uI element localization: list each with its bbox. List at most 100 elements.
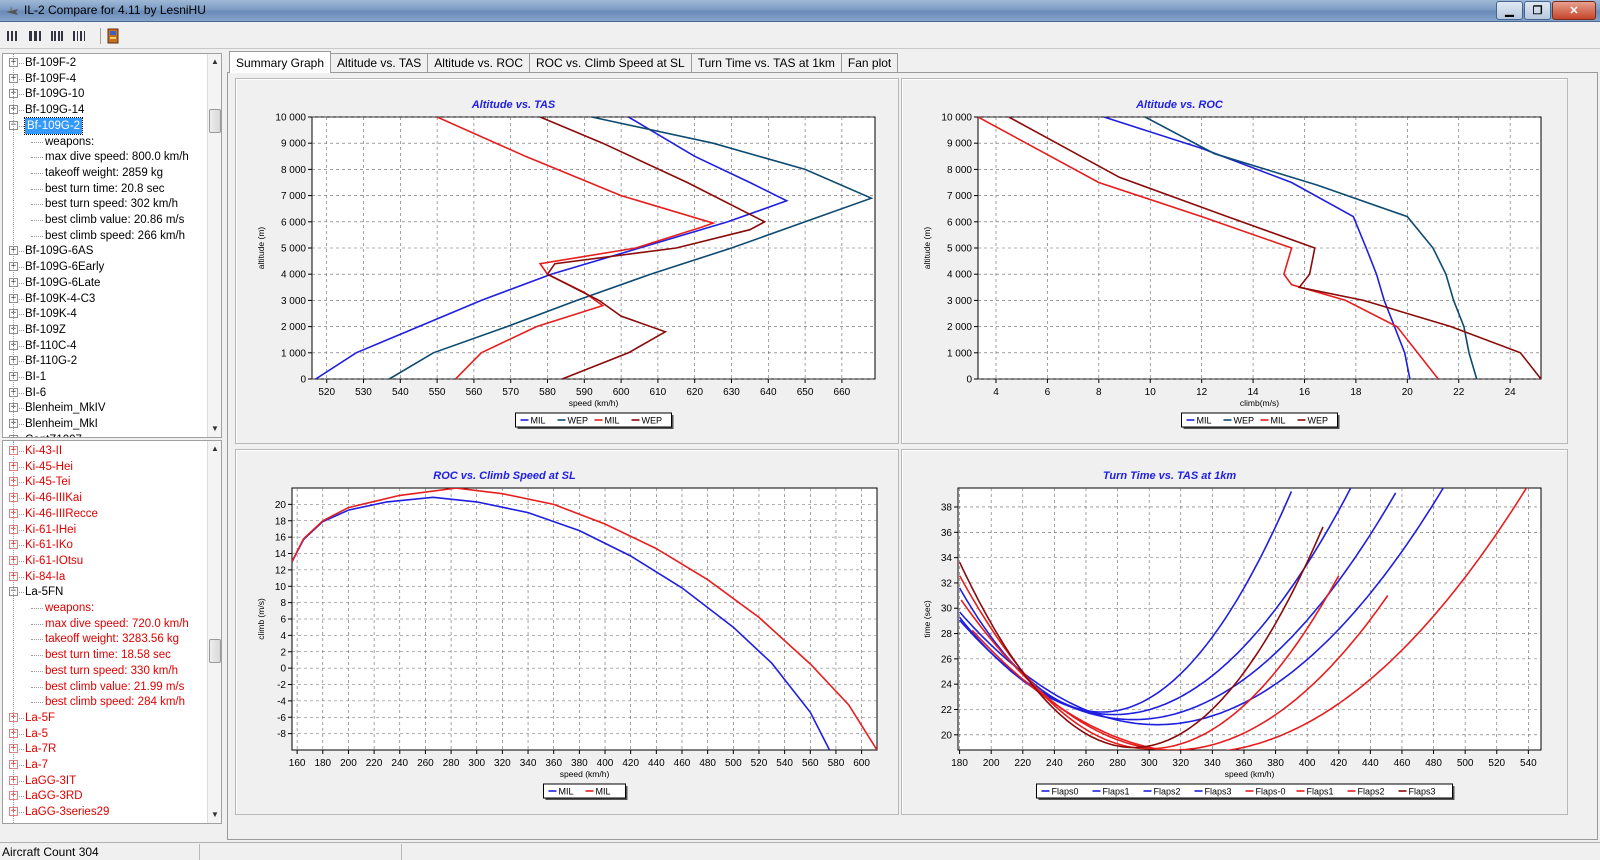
tree-connector <box>19 765 24 766</box>
y-tick-label: 6 <box>280 615 286 626</box>
tab-turn-time-vs-tas[interactable]: Turn Time vs. TAS at 1km <box>690 53 842 73</box>
legend-label: WEP <box>1308 416 1329 426</box>
tree-detail-item[interactable]: best climb value: 20.86 m/s <box>3 212 208 228</box>
tree-detail-item[interactable]: best turn time: 20.8 sec <box>3 181 208 197</box>
tree-aircraft-item[interactable]: + Ki-84-Ia <box>3 569 208 585</box>
tree-aircraft-item[interactable]: + Ki-61-IHei <box>3 522 208 538</box>
x-tick-label: 380 <box>1267 758 1284 769</box>
tree-detail-item[interactable]: best turn time: 18.58 sec <box>3 647 208 663</box>
tree-detail-item[interactable]: takeoff weight: 2859 kg <box>3 165 208 181</box>
tab-altitude-vs-tas[interactable]: Altitude vs. TAS <box>330 53 429 73</box>
tree-aircraft-item[interactable]: + Bf-109F-2 <box>3 55 208 71</box>
tree-aircraft-item[interactable]: − Bf-109G-2 <box>3 116 208 135</box>
tree-aircraft-item[interactable]: + Ki-43-II <box>3 443 208 459</box>
tree-aircraft-item[interactable]: + Ki-61-IOtsu <box>3 553 208 569</box>
tree-aircraft-label: Bf-109F-2 <box>25 57 77 69</box>
tree-detail-item[interactable]: weapons: <box>3 600 208 616</box>
maximize-button[interactable]: ❐ <box>1524 1 1551 20</box>
tab-summary-graph[interactable]: Summary Graph <box>229 51 332 73</box>
tree-aircraft-item[interactable]: + BI-1 <box>3 369 208 385</box>
aircraft-tree-bottom[interactable]: + Ki-43-II + Ki-45-Hei + Ki-45-Tei + Ki-46-IIIK… <box>2 440 222 824</box>
tree-detail-item[interactable]: best climb speed: 266 km/h <box>3 228 208 244</box>
book-button[interactable] <box>104 27 122 45</box>
tree-aircraft-item[interactable]: + La-5F <box>3 710 208 726</box>
tree-connector <box>31 204 43 206</box>
tree-aircraft-label: BI-1 <box>25 371 47 383</box>
legend-label: MIL <box>1197 416 1212 426</box>
tree-aircraft-item[interactable]: + Blenheim_MkI <box>3 416 208 432</box>
minimize-button[interactable]: ▁ <box>1496 1 1523 20</box>
tab-roc-vs-climb-speed[interactable]: ROC vs. Climb Speed at SL <box>529 53 692 73</box>
tree-detail-item[interactable]: best climb speed: 284 km/h <box>3 694 208 710</box>
tree-aircraft-item[interactable]: + Bf-109G-6Early <box>3 259 208 275</box>
tree-aircraft-item[interactable]: + Bf-110G-2 <box>3 353 208 369</box>
legend-label: Flaps2 <box>1154 787 1181 797</box>
tree-aircraft-item[interactable]: + Ki-45-Hei <box>3 459 208 475</box>
scroll-down-icon[interactable]: ▼ <box>208 809 221 821</box>
tree-connector <box>31 608 43 609</box>
scroll-down-icon[interactable]: ▼ <box>208 423 221 435</box>
tree-aircraft-item[interactable]: + LaGG-3series29 <box>3 804 208 820</box>
tree-aircraft-label: LaGG-3RD <box>25 790 83 803</box>
tree-aircraft-item[interactable]: + La-7R <box>3 741 208 757</box>
tree-aircraft-item[interactable]: + Bf-109F-4 <box>3 71 208 87</box>
y-tick-label: 8 000 <box>947 165 972 176</box>
tree-aircraft-item[interactable]: + La-5 <box>3 726 208 742</box>
tree-aircraft-item[interactable]: +CantZ1007 <box>3 432 208 437</box>
tree-connector <box>31 670 43 672</box>
x-tick-label: 460 <box>674 758 691 769</box>
tree-detail-label: best turn time: 18.58 sec <box>45 649 171 662</box>
x-tick-label: 400 <box>1299 758 1316 769</box>
tree-detail-item[interactable]: max dive speed: 800.0 km/h <box>3 149 208 165</box>
tree-aircraft-item[interactable]: + Bf-109K-4 <box>3 306 208 322</box>
scroll-thumb[interactable] <box>209 639 221 663</box>
tree-connector <box>19 560 24 562</box>
tree-detail-item[interactable]: best turn speed: 330 km/h <box>3 663 208 679</box>
legend-label: Flaps1 <box>1307 787 1334 797</box>
tree-connector <box>31 157 43 159</box>
tree-aircraft-item[interactable]: − La-5FN <box>3 584 208 600</box>
layout-4-button[interactable] <box>70 27 88 45</box>
tree-aircraft-item[interactable]: + LaGG-3IT <box>3 773 208 789</box>
tree-aircraft-item[interactable]: + Bf-109Z <box>3 322 208 338</box>
scroll-thumb[interactable] <box>209 109 221 133</box>
tree-connector <box>19 110 24 112</box>
x-tick-label: 580 <box>539 387 556 398</box>
aircraft-tree-top[interactable]: + Bf-109F-2 + Bf-109F-4 + Bf-109G-10 + Bf-109G-… <box>2 53 222 438</box>
tree-detail-item[interactable]: takeoff weight: 3283.56 kg <box>3 631 208 647</box>
tab-altitude-vs-roc[interactable]: Altitude vs. ROC <box>427 53 530 73</box>
tree-top-scrollbar[interactable]: ▲ ▼ <box>207 54 221 437</box>
tree-aircraft-item[interactable]: + Bf-109G-10 <box>3 86 208 102</box>
status-bar: Aircraft Count 304 <box>0 842 1600 860</box>
tree-connector <box>19 282 24 284</box>
tree-aircraft-item[interactable]: + Bf-109K-4-C3 <box>3 291 208 307</box>
tree-aircraft-item[interactable]: + Bf-109G-6Late <box>3 275 208 291</box>
layout-2-button[interactable] <box>26 27 44 45</box>
x-tick-label: 590 <box>576 387 593 398</box>
scroll-up-icon[interactable]: ▲ <box>208 56 221 68</box>
tree-detail-item[interactable]: max dive speed: 720.0 km/h <box>3 616 208 632</box>
tree-aircraft-item[interactable]: + Bf-110C-4 <box>3 338 208 354</box>
tree-aircraft-item[interactable]: + BI-6 <box>3 385 208 401</box>
layout-3-button[interactable] <box>48 27 66 45</box>
tree-aircraft-item[interactable]: + Ki-46-IIIKai <box>3 490 208 506</box>
tree-aircraft-item[interactable]: + La-7 <box>3 757 208 773</box>
tree-aircraft-item[interactable]: + Ki-45-Tei <box>3 474 208 490</box>
tree-detail-item[interactable]: weapons: <box>3 134 208 150</box>
tree-aircraft-item[interactable]: + Bf-109G-14 <box>3 102 208 118</box>
scroll-up-icon[interactable]: ▲ <box>208 443 221 455</box>
tree-aircraft-item[interactable]: + Bf-109G-6AS <box>3 243 208 259</box>
y-tick-label: 0 <box>280 664 286 675</box>
tree-aircraft-item[interactable]: + Ki-61-IKo <box>3 537 208 553</box>
tree-connector <box>31 639 43 641</box>
layout-1-button[interactable] <box>4 27 22 45</box>
tree-detail-item[interactable]: best climb value: 21.99 m/s <box>3 679 208 695</box>
tree-aircraft-item[interactable]: + Blenheim_MkIV <box>3 400 208 416</box>
close-button[interactable]: ✕ <box>1552 1 1596 20</box>
tree-bottom-scrollbar[interactable]: ▲ ▼ <box>207 441 221 823</box>
tree-detail-item[interactable]: best turn speed: 302 km/h <box>3 196 208 212</box>
tree-aircraft-item[interactable]: + LaGG-3RD <box>3 788 208 804</box>
tab-fan-plot[interactable]: Fan plot <box>840 53 899 73</box>
tree-connector <box>19 482 24 484</box>
tree-aircraft-item[interactable]: + Ki-46-IIIRecce <box>3 506 208 522</box>
